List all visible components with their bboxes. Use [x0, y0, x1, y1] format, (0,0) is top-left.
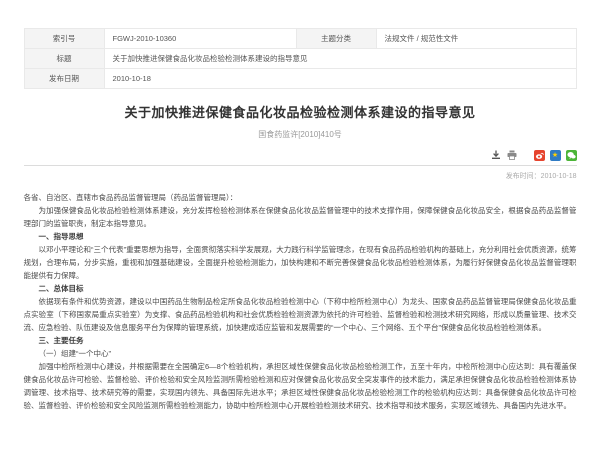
paragraph: 为加强保健食品化妆品检验检测体系建设，充分发挥检验检测体系在保健食品化妆品监督管… — [24, 204, 577, 230]
meta-label-index-number: 索引号 — [24, 29, 104, 49]
download-icon[interactable] — [491, 150, 502, 161]
document-page: 索引号 FGWJ-2010-10360 主题分类 法规文件 / 规范性文件 标题… — [24, 0, 577, 412]
section-heading: 二、总体目标 — [24, 282, 577, 295]
table-row: 标题 关于加快推进保健食品化妆品检验检测体系建设的指导意见 — [24, 49, 576, 69]
document-number: 国食药监许[2010]410号 — [24, 129, 577, 140]
meta-value-topic-category: 法规文件 / 规范性文件 — [376, 29, 576, 49]
meta-value-publish-date: 2010-10-18 — [104, 69, 576, 89]
wechat-share-icon[interactable] — [566, 150, 577, 161]
share-toolbar: ★ — [24, 149, 577, 161]
paragraph: 各省、自治区、直辖市食品药品监督管理局（药品监督管理局）： — [24, 191, 577, 204]
paragraph: 加强中检所检测中心建设，并根据需要在全国确定6—8个检验机构，承担区域性保健食品… — [24, 360, 577, 412]
publish-time: 发布时间：2010-10-18 — [24, 171, 577, 181]
paragraph: 依据现有条件和优势资源，建设以中国药品生物制品检定所食品化妆品检验检测中心（下称… — [24, 295, 577, 334]
meta-value-title: 关于加快推进保健食品化妆品检验检测体系建设的指导意见 — [104, 49, 576, 69]
paragraph: 以邓小平理论和“三个代表”重要思想为指导，全面贯彻落实科学发展观，大力践行科学监… — [24, 243, 577, 282]
print-icon[interactable] — [507, 150, 518, 161]
meta-value-index-number: FGWJ-2010-10360 — [104, 29, 296, 49]
qzone-share-icon[interactable]: ★ — [550, 150, 561, 161]
meta-label-title: 标题 — [24, 49, 104, 69]
table-row: 索引号 FGWJ-2010-10360 主题分类 法规文件 / 规范性文件 — [24, 29, 576, 49]
document-body: 各省、自治区、直辖市食品药品监督管理局（药品监督管理局）： 为加强保健食品化妆品… — [24, 191, 577, 412]
sub-heading: （一）组建“一个中心” — [24, 347, 577, 360]
section-heading: 一、指导思想 — [24, 230, 577, 243]
page-title: 关于加快推进保健食品化妆品检验检测体系建设的指导意见 — [24, 102, 577, 121]
meta-label-topic-category: 主题分类 — [296, 29, 376, 49]
header-divider — [24, 165, 577, 166]
section-heading: 三、主要任务 — [24, 334, 577, 347]
document-meta-table: 索引号 FGWJ-2010-10360 主题分类 法规文件 / 规范性文件 标题… — [24, 28, 577, 89]
weibo-share-icon[interactable] — [534, 150, 545, 161]
table-row: 发布日期 2010-10-18 — [24, 69, 576, 89]
meta-label-publish-date: 发布日期 — [24, 69, 104, 89]
